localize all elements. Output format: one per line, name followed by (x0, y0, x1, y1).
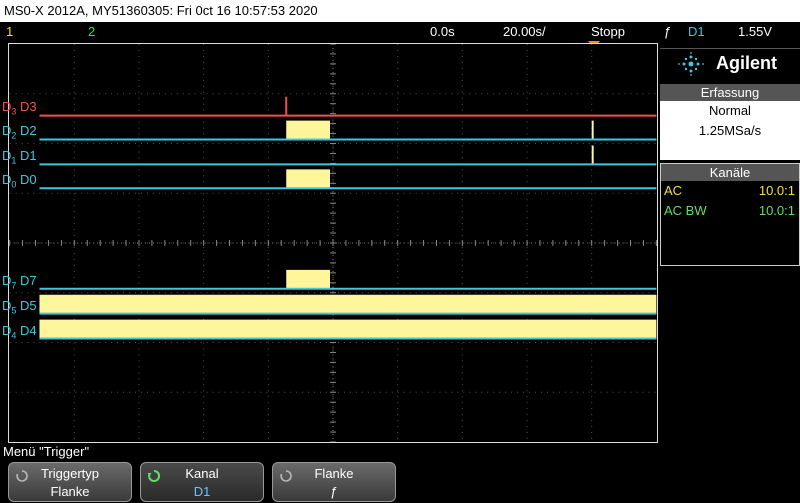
channel-label-d5[interactable]: D5 D5 (2, 298, 37, 316)
channel-label-d0[interactable]: D0 D0 (2, 172, 37, 190)
channel-label-d2[interactable]: D2 D2 (2, 123, 37, 141)
channel-name: D0 (16, 172, 37, 187)
channel-prefix: D (2, 123, 12, 138)
trigger-slope-icon: ƒ (664, 24, 672, 39)
brand-logo: Agilent (660, 48, 800, 78)
softkey-channel[interactable]: Kanal D1 (140, 462, 264, 502)
acquisition-header: Erfassung (660, 84, 800, 101)
digital-pulse-high (39, 319, 657, 339)
coupling-label: AC BW (664, 203, 707, 218)
channel-label-d3[interactable]: D3 D3 (2, 99, 37, 117)
channel-name: D4 (16, 323, 37, 338)
softkey-value: Flanke (50, 484, 90, 499)
softkey-label: Kanal (185, 466, 219, 481)
channels-header: Kanäle (661, 164, 799, 181)
delay-readout: 0.0s (430, 24, 455, 39)
channel-name: D3 (16, 99, 37, 114)
softkey-value: D1 (193, 484, 211, 499)
waveform-display[interactable] (8, 43, 658, 443)
channels-panel[interactable]: Kanäle AC 10.0:1 AC BW 10.0:1 (660, 163, 800, 266)
run-state: Stopp (591, 24, 625, 39)
acquisition-panel[interactable]: Erfassung Normal 1.25MSa/s (660, 84, 800, 160)
softkey-label: Flanke (314, 466, 354, 481)
probe-ratio: 10.0:1 (758, 183, 795, 198)
channel-label-d4[interactable]: D4 D4 (2, 323, 37, 341)
digital-pulse-high (39, 294, 657, 314)
timebase-readout: 20.00s/ (503, 24, 546, 39)
window-title: MS0-X 2012A, MY51360305: Fri 0ct 16 10:5… (0, 0, 800, 22)
agilent-spark-icon (678, 52, 704, 76)
channel-1-indicator[interactable]: 1 (6, 22, 13, 41)
trigger-source: D1 (688, 24, 705, 39)
channel-2-indicator[interactable]: 2 (88, 22, 95, 41)
probe-ratio: 10.0:1 (758, 203, 795, 218)
channel-prefix: D (2, 99, 12, 114)
coupling-label: AC (664, 183, 683, 198)
menu-title: Menü "Trigger" (3, 444, 90, 459)
channel-prefix: D (2, 298, 12, 313)
acquisition-mode: Normal (709, 103, 751, 118)
softkey-value: ƒ (330, 484, 338, 499)
channel-prefix: D (2, 148, 12, 163)
softkey-label: Triggertyp (40, 466, 100, 481)
channel-2-coupling: AC BW 10.0:1 (661, 201, 799, 221)
digital-pulse (286, 169, 331, 189)
status-bar: 1 2 0.0s 20.00s/ Stopp ƒ D1 1.55V (0, 22, 800, 41)
sample-rate: 1.25MSa/s (698, 123, 762, 138)
digital-pulse (286, 120, 331, 140)
channel-1-coupling: AC 10.0:1 (661, 181, 799, 201)
channel-name: D7 (16, 273, 37, 288)
channel-prefix: D (2, 273, 12, 288)
channel-prefix: D (2, 323, 12, 338)
channel-name: D5 (16, 298, 37, 313)
digital-pulse (286, 269, 331, 289)
softkey-trigger-type[interactable]: Triggertyp Flanke (8, 462, 132, 502)
softkey-slope[interactable]: Flanke ƒ (272, 462, 396, 502)
channel-prefix: D (2, 172, 12, 187)
channel-label-d7[interactable]: D7 D7 (2, 273, 37, 291)
brand-name: Agilent (716, 53, 777, 73)
channel-name: D2 (16, 123, 37, 138)
trigger-level: 1.55V (738, 24, 772, 39)
channel-name: D1 (16, 148, 37, 163)
channel-label-d1[interactable]: D1 D1 (2, 148, 37, 166)
